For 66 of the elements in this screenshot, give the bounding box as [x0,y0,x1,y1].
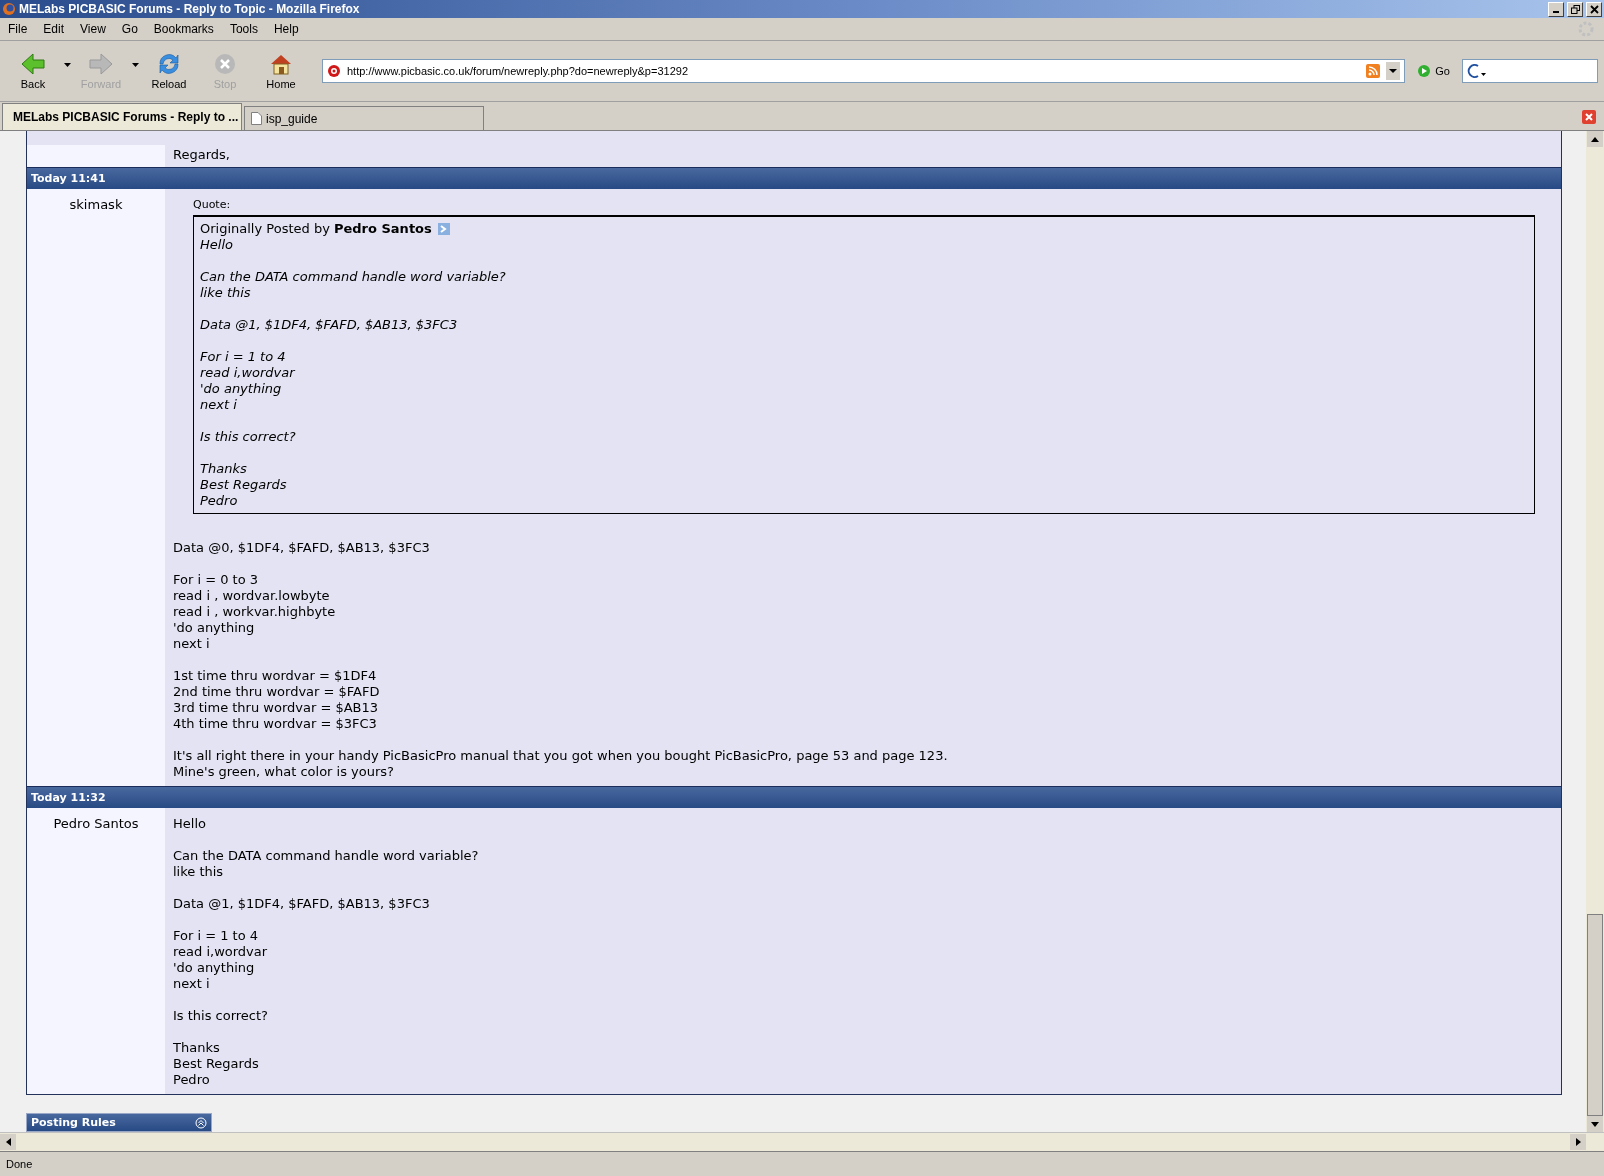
scrollbar-thumb[interactable] [1587,914,1603,1116]
quote-byline: Originally Posted by Pedro Santos [200,221,432,237]
scroll-up-icon[interactable] [1591,136,1599,142]
menu-item[interactable]: Edit [35,20,73,38]
menu-item[interactable]: Bookmarks [145,20,222,38]
message-paragraph: 1st time thru wordvar = $1DF4 2nd time thru wordvar = $FAFD 3rd time thru wordvar = $AB13 4th time thru wordvar = $3FC3 [173,668,381,732]
message-paragraph: For i = 1 to 4 read i,wordvar 'do anything next i [200,349,296,413]
stop-icon [212,52,238,76]
scroll-down-icon[interactable] [1591,1121,1599,1127]
browser-tab[interactable]: isp_guide [244,106,484,130]
menu-item[interactable]: Go [113,20,146,38]
minimize-button[interactable] [1548,1,1564,17]
message-paragraph: Is this correct? [173,1008,269,1024]
posting-rules-bar[interactable]: Posting Rules [26,1113,212,1132]
restore-icon [1570,4,1580,14]
forward-arrow-icon [88,52,114,76]
post-date: Today 11:32 [27,786,1561,808]
message-paragraph: Thanks Best Regards Pedro [173,1040,260,1088]
go-button[interactable]: Go [1417,64,1450,78]
dropdown-arrow-icon[interactable] [63,63,71,67]
vertical-scrollbar[interactable] [1586,131,1604,1132]
play-icon [1417,64,1432,78]
message-paragraph: Data @1, $1DF4, $FAFD, $AB13, $3FC3 [173,896,431,912]
close-tab-icon[interactable] [1582,110,1596,124]
message-paragraph: Thanks Best Regards Pedro [200,461,288,509]
back-button[interactable]: Back [6,52,60,90]
home-button[interactable]: Home [254,52,308,90]
feed-icon[interactable] [1366,64,1381,78]
message-paragraph: Is this correct? [200,429,297,445]
back-arrow-icon [20,52,46,76]
window-title: MELabs PICBASIC Forums - Reply to Topic - Mozilla Firefox [19,2,361,16]
firefox-icon [2,2,16,16]
message-paragraph: Data @0, $1DF4, $FAFD, $AB13, $3FC3 [173,540,431,556]
message-paragraph: Can the DATA command handle word variable? like this [200,269,507,301]
message-paragraph: Regards, [173,147,231,163]
menu-item[interactable]: File [4,20,36,38]
message-paragraph: Hello [200,237,234,253]
address-field[interactable]: http://www.picbasic.co.uk/forum/newreply.php?do=newreply&p=31292 [322,59,1406,83]
page-icon [251,112,262,125]
reload-icon [156,52,182,76]
browser-tab[interactable]: MELabs PICBASIC Forums - Reply to ... [2,103,242,130]
search-field[interactable] [1462,59,1598,83]
collapse-icon[interactable] [195,1116,207,1129]
status-text: Done [6,1158,33,1170]
author-name[interactable]: Pedro Santos [53,816,139,831]
close-button[interactable] [1586,1,1602,17]
close-icon [1589,4,1599,14]
restore-button[interactable] [1567,1,1583,17]
message-paragraph: It's all right there in your handy PicBasicPro manual that you got when you bought PicBasicPro, page 53 and page 123. Mine's green, what color is yours? [173,748,949,780]
search-engine-icon[interactable] [1467,63,1487,79]
menu-item[interactable]: Help [265,20,307,38]
message-paragraph: Can the DATA command handle word variable? like this [173,848,480,880]
site-icon [327,64,341,78]
menu-item[interactable]: View [72,20,114,38]
message-paragraph: For i = 1 to 4 read i,wordvar 'do anything next i [173,928,269,992]
reload-button[interactable]: Reload [142,52,196,90]
scroll-left-icon[interactable] [5,1138,11,1146]
scroll-right-icon[interactable] [1575,1138,1581,1146]
menu-item[interactable]: Tools [221,20,266,38]
message-paragraph: Data @1, $1DF4, $FAFD, $AB13, $3FC3 [200,317,459,333]
message-paragraph: For i = 0 to 3 read i , wordvar.lowbyte read i , workvar.highbyte 'do anything next i [173,572,337,652]
author-name[interactable]: skimask [69,197,123,212]
horizontal-scrollbar[interactable] [0,1132,1604,1151]
message-paragraph: Hello [173,816,207,832]
post-date: Today 11:41 [27,167,1561,189]
quote-caption: Quote: [193,197,232,213]
